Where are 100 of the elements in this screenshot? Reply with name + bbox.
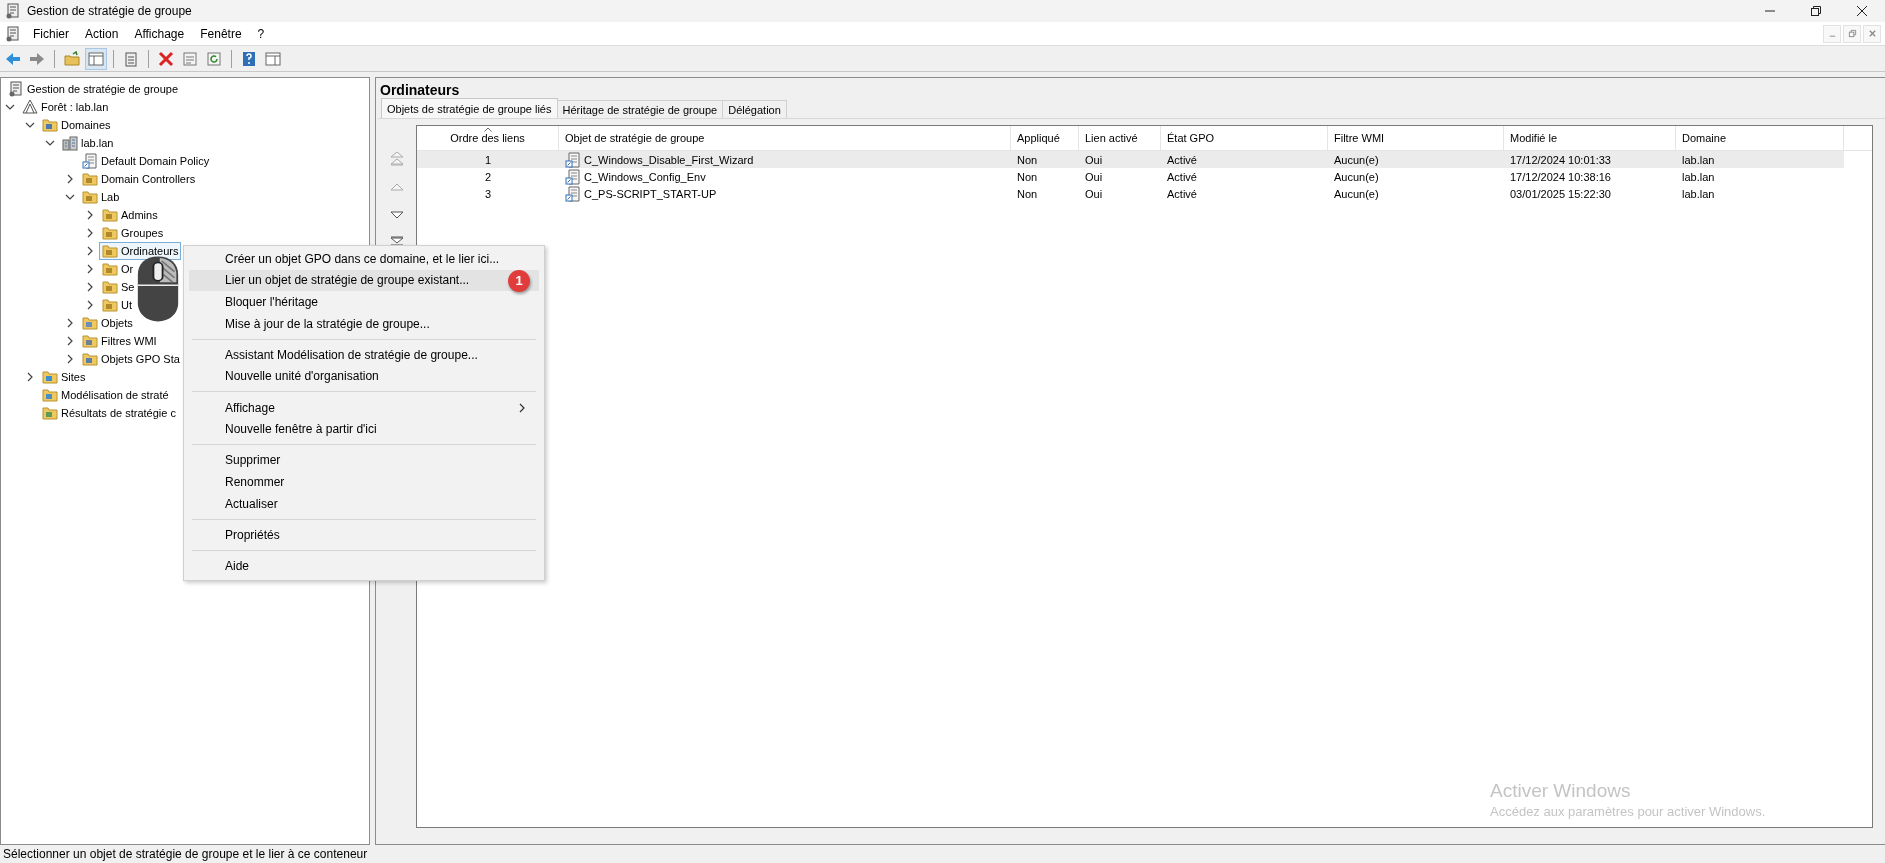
move-top-icon	[389, 151, 405, 167]
menu-item[interactable]: Action	[77, 24, 127, 43]
menu-item[interactable]: Mise à jour de la stratégie de groupe...	[189, 312, 539, 335]
menu-item[interactable]: Fenêtre	[192, 24, 250, 43]
chevron-icon[interactable]	[85, 228, 95, 238]
column-header[interactable]: Modifié le	[1504, 126, 1676, 150]
panel-icon	[265, 50, 281, 67]
menu-item[interactable]: Supprimer	[189, 449, 539, 472]
column-header[interactable]: Domaine	[1676, 126, 1844, 150]
chevron-icon[interactable]	[85, 282, 95, 292]
menu-item[interactable]: Nouvelle unité d'organisation	[189, 365, 539, 388]
chevron-icon[interactable]	[85, 300, 95, 310]
chevron-icon[interactable]	[85, 246, 95, 256]
column-header[interactable]: Ordre des liens	[417, 126, 559, 150]
table-row[interactable]: 1 C_Windows_Disable_First_Wizard Non Oui Activé Aucun(e) 17/12/2024 10:01:33 lab.lan	[417, 151, 1844, 168]
tree-item[interactable]: Lab	[79, 188, 123, 206]
clipboard-icon	[123, 50, 139, 67]
tree-item[interactable]: Filtres WMI	[79, 332, 160, 350]
menu-item[interactable]: Affichage	[126, 24, 193, 43]
tree-item[interactable]: Domaines	[39, 116, 114, 134]
menu-item[interactable]: Propriétés	[189, 523, 539, 546]
table-cell: 3	[484, 187, 492, 200]
column-header[interactable]: Appliqué	[1011, 126, 1079, 150]
chevron-icon[interactable]	[85, 210, 95, 220]
column-header[interactable]: Objet de stratégie de groupe	[559, 126, 1011, 150]
tree-item[interactable]: Se	[99, 278, 138, 296]
chevron-icon[interactable]	[85, 264, 95, 274]
tree-item[interactable]: Or	[99, 260, 137, 278]
chevron-icon[interactable]	[65, 174, 75, 184]
tree-item[interactable]: Objets	[79, 314, 136, 332]
tree-item[interactable]: Objets GPO Sta	[79, 350, 183, 368]
menu-item[interactable]: Renommer	[189, 471, 539, 493]
tree-item[interactable]: Résultats de stratégie c	[39, 404, 179, 422]
table-cell: Oui	[1085, 153, 1103, 166]
delete-icon	[158, 50, 174, 67]
close-icon	[1867, 29, 1877, 38]
column-header[interactable]: Lien activé	[1079, 126, 1161, 150]
tree-item[interactable]: Gestion de stratégie de groupe	[5, 80, 182, 98]
column-label: Domaine	[1682, 132, 1727, 144]
column-label: Modifié le	[1510, 132, 1558, 144]
chevron-icon[interactable]	[65, 354, 75, 364]
menu-item[interactable]: Bloquer l'héritage	[189, 291, 539, 313]
menu-item[interactable]: Fichier	[25, 24, 77, 43]
menu-item[interactable]: Aide	[189, 555, 539, 577]
tree-item[interactable]: Domain Controllers	[79, 170, 199, 188]
folder-icon	[82, 333, 98, 349]
tree-item[interactable]: Groupes	[99, 224, 167, 242]
menu-item[interactable]: ?	[249, 24, 273, 43]
properties-icon	[182, 50, 198, 67]
document-icon	[82, 153, 98, 169]
panel-icon	[88, 50, 104, 67]
step-badge: 1	[508, 269, 530, 292]
tab[interactable]: Objets de stratégie de groupe liés	[381, 98, 558, 118]
console-tree-button[interactable]	[85, 47, 107, 70]
chevron-icon[interactable]	[65, 318, 75, 328]
menu-item[interactable]: Actualiser	[189, 492, 539, 515]
table-cell: Aucun(e)	[1334, 153, 1379, 166]
tree-item[interactable]: Ordinateurs	[99, 242, 182, 260]
table-cell: C_Windows_Config_Env	[584, 170, 706, 183]
folder-icon	[102, 243, 118, 259]
table-cell: lab.lan	[1682, 187, 1715, 200]
table-row[interactable]: 2 C_Windows_Config_Env Non Oui Activé Aucun(e) 17/12/2024 10:38:16 lab.lan	[417, 168, 1844, 185]
chevron-icon[interactable]	[5, 102, 15, 112]
table-cell: Activé	[1167, 153, 1197, 166]
table-cell: 17/12/2024 10:01:33	[1510, 153, 1611, 166]
chevron-icon[interactable]	[45, 138, 55, 148]
tree-item[interactable]: Sites	[39, 368, 89, 386]
table-cell: Oui	[1085, 170, 1103, 183]
table-cell: Non	[1017, 187, 1038, 200]
status-text: Sélectionner un objet de stratégie de groupe et le lier à ce conteneur	[3, 847, 368, 861]
menu-item[interactable]: Affichage	[189, 396, 539, 419]
tree-item[interactable]: Admins	[99, 206, 161, 224]
menu-item[interactable]: Créer un objet GPO dans ce domaine, et le lier ici...	[189, 248, 539, 270]
close-button[interactable]	[1863, 24, 1881, 43]
tab[interactable]: Héritage de stratégie de groupe	[556, 100, 724, 118]
menu-item[interactable]: Lier un objet de stratégie de groupe existant... 1	[189, 269, 539, 292]
table-cell: C_PS-SCRIPT_START-UP	[584, 187, 717, 200]
table-cell: 03/01/2025 15:22:30	[1510, 187, 1611, 200]
tree-item[interactable]: Modélisation de straté	[39, 386, 172, 404]
folder-icon	[82, 315, 98, 331]
folder-icon	[42, 387, 58, 403]
activation-title: Activer Windows	[1490, 780, 1632, 802]
table-row[interactable]: 3 C_PS-SCRIPT_START-UP Non Oui Activé Aucun(e) 03/01/2025 15:22:30 lab.lan	[417, 185, 1844, 202]
menu-item[interactable]: Assistant Modélisation de stratégie de groupe...	[189, 343, 539, 366]
folder-icon	[102, 279, 118, 295]
tree-item[interactable]: lab.lan	[59, 134, 117, 152]
column-header[interactable]: État GPO	[1161, 126, 1328, 150]
column-header[interactable]: Filtre WMI	[1328, 126, 1504, 150]
tree-item[interactable]: Ut	[99, 296, 135, 314]
tree-item[interactable]: Default Domain Policy	[79, 152, 213, 170]
chevron-icon[interactable]	[25, 120, 35, 130]
app-icon[interactable]	[5, 25, 21, 42]
tab[interactable]: Délégation	[722, 100, 787, 118]
close-icon	[1856, 5, 1868, 17]
menu-item[interactable]: Nouvelle fenêtre à partir d'ici	[189, 418, 539, 440]
folder-icon	[82, 351, 98, 367]
tree-item[interactable]: Forêt : lab.lan	[19, 98, 112, 116]
chevron-icon[interactable]	[65, 192, 75, 202]
chevron-icon[interactable]	[65, 336, 75, 346]
chevron-icon[interactable]	[25, 372, 35, 382]
